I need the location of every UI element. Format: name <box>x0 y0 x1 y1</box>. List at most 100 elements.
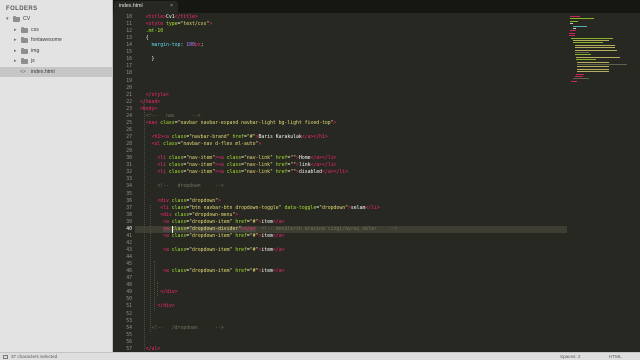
code-line[interactable]: <!-- dropdown --> <box>140 183 223 190</box>
code-line[interactable]: <ul class="navbar-nav d-flex ml-auto"> <box>140 141 262 148</box>
code-line[interactable]: <a class="dropdown-item" href="#">item</… <box>140 219 284 226</box>
code-line[interactable]: <li class="btn navbar-btn dropdown-toggl… <box>140 205 380 212</box>
tree-item-label: CV <box>23 16 31 22</box>
line-number: 31 <box>126 163 132 169</box>
file-code-icon: <> <box>20 68 26 75</box>
chevron-right-icon[interactable]: ▸ <box>14 25 17 36</box>
line-number: 28 <box>126 142 132 148</box>
minimap-line <box>571 80 577 82</box>
tab-index-html[interactable]: index.html × <box>114 1 178 13</box>
code-line[interactable]: <li class="nav-item"><a class="nav-link"… <box>140 162 336 169</box>
minimap-line <box>575 52 589 53</box>
code-line[interactable]: <li class="nav-item"><a class="nav-link"… <box>140 155 336 162</box>
code-line[interactable]: <title>Cv1</title> <box>140 14 198 21</box>
minimap-line <box>576 59 596 61</box>
line-number: 36 <box>126 198 132 204</box>
line-number: 15 <box>126 50 132 56</box>
code-line[interactable]: <a class="dropdown-divider"></a> <!-- me… <box>140 226 397 233</box>
close-icon[interactable]: × <box>170 3 173 9</box>
indentation-status[interactable]: Spaces: 2 <box>560 354 580 359</box>
chevron-right-icon[interactable]: ▸ <box>14 46 17 57</box>
folder-icon <box>21 37 28 43</box>
tree-folder-img[interactable]: ▸ img <box>0 46 112 57</box>
tree-folder-fontawesome[interactable]: ▸ fontawesome <box>0 35 112 46</box>
code-line[interactable]: <h1><a class="navbar-brand" href="#">Bar… <box>140 134 328 141</box>
line-number: 38 <box>126 212 132 218</box>
line-number: 23 <box>126 106 132 112</box>
line-number: 10 <box>126 15 132 20</box>
chevron-right-icon[interactable]: ▸ <box>14 56 17 67</box>
tab-bar: index.html × <box>113 0 640 13</box>
code-line[interactable]: margin-top: 100px; <box>140 42 204 49</box>
code-line[interactable]: <a class="dropdown-item" href="#">item</… <box>140 268 284 275</box>
minimap[interactable] <box>567 13 640 352</box>
minimap-line <box>575 54 591 56</box>
file-tree: ▾ CV ▸ css ▸ fontawesome ▸ img ▸ js <> index.html <box>0 14 112 77</box>
minimap-line <box>577 66 609 68</box>
code-line[interactable]: <style type="text/css"> <box>140 21 212 28</box>
line-number: 34 <box>126 184 132 190</box>
panel-icon[interactable] <box>3 355 8 359</box>
tree-folder-CV[interactable]: ▾ CV <box>0 14 112 25</box>
code-line[interactable]: </div> <box>140 289 177 296</box>
minimap-line <box>570 30 576 32</box>
line-number: 49 <box>126 290 132 296</box>
line-number: 45 <box>126 262 132 268</box>
line-number: 44 <box>126 255 132 261</box>
minimap-line <box>570 16 580 17</box>
code-line[interactable]: <a class="dropdown-item" href="#">item</… <box>140 233 284 240</box>
line-number: 43 <box>126 247 132 253</box>
tree-folder-js[interactable]: ▸ js <box>0 56 112 67</box>
code-editor[interactable]: 10 11 12 13 14 15 16 17 18 19 20 21 22 23 24 25 26 27 28 29… <box>113 13 640 352</box>
line-number: 25 <box>126 120 132 126</box>
minimap-line <box>573 28 576 29</box>
line-number: 56 <box>126 339 132 345</box>
code-line[interactable]: <!-- /dropdown --> <box>140 325 224 332</box>
line-number: 40 <box>126 226 132 232</box>
line-number-gutter: 10 11 12 13 14 15 16 17 18 19 20 21 22 23 24 25 26 27 28 29… <box>113 13 135 352</box>
chevron-right-icon[interactable]: ▸ <box>14 35 17 46</box>
line-number: 55 <box>126 332 132 338</box>
tree-folder-css[interactable]: ▸ css <box>0 25 112 36</box>
line-number: 33 <box>126 177 132 183</box>
line-number: 37 <box>126 205 132 211</box>
tree-file-index-html[interactable]: <> index.html <box>0 66 112 77</box>
folder-icon <box>21 47 28 54</box>
syntax-status[interactable]: HTML <box>609 354 622 359</box>
chevron-down-icon[interactable]: ▾ <box>6 14 9 25</box>
tree-item-label: js <box>31 58 35 64</box>
code-line[interactable]: </style> <box>140 92 169 99</box>
code-line[interactable]: } <box>140 56 155 63</box>
code-line[interactable]: <li class="nav-item"><a class="nav-link"… <box>140 169 348 176</box>
line-number: 16 <box>126 57 132 63</box>
line-number: 30 <box>126 156 132 162</box>
code-line[interactable]: { <box>140 35 149 42</box>
line-number: 19 <box>126 78 132 84</box>
code-line[interactable]: .mt-10 <box>140 28 163 35</box>
line-number: 54 <box>126 325 132 331</box>
code-line[interactable]: </div> <box>140 303 174 310</box>
minimap-line <box>570 18 594 20</box>
line-number: 42 <box>126 240 132 246</box>
minimap-line <box>573 40 609 41</box>
minimap-line <box>569 35 575 37</box>
code-line[interactable]: <div class="dropdown"> <box>140 198 221 205</box>
selection-status: 37 characters selected <box>11 354 58 359</box>
folder-icon <box>21 26 28 33</box>
code-line[interactable]: <!-- nav --> <box>140 113 201 120</box>
minimap-line <box>573 42 603 44</box>
code-line[interactable]: <div class="dropdown-menu"> <box>140 212 238 219</box>
tree-item-label: img <box>31 47 40 54</box>
line-number: 52 <box>126 311 132 317</box>
code-line[interactable]: <body> <box>140 106 157 113</box>
line-number: 21 <box>126 92 132 98</box>
tree-item-label: css <box>31 26 39 33</box>
code-line[interactable]: <nav class="navbar navbar-expand navbar-… <box>140 120 337 127</box>
line-number: 27 <box>126 135 132 141</box>
indent-guide <box>154 261 155 311</box>
line-number: 41 <box>126 233 132 239</box>
line-number: 24 <box>126 113 132 119</box>
text-cursor <box>172 225 173 233</box>
minimap-line <box>577 68 609 70</box>
code-line[interactable]: <a class="dropdown-item" href="#">item</… <box>140 247 284 254</box>
